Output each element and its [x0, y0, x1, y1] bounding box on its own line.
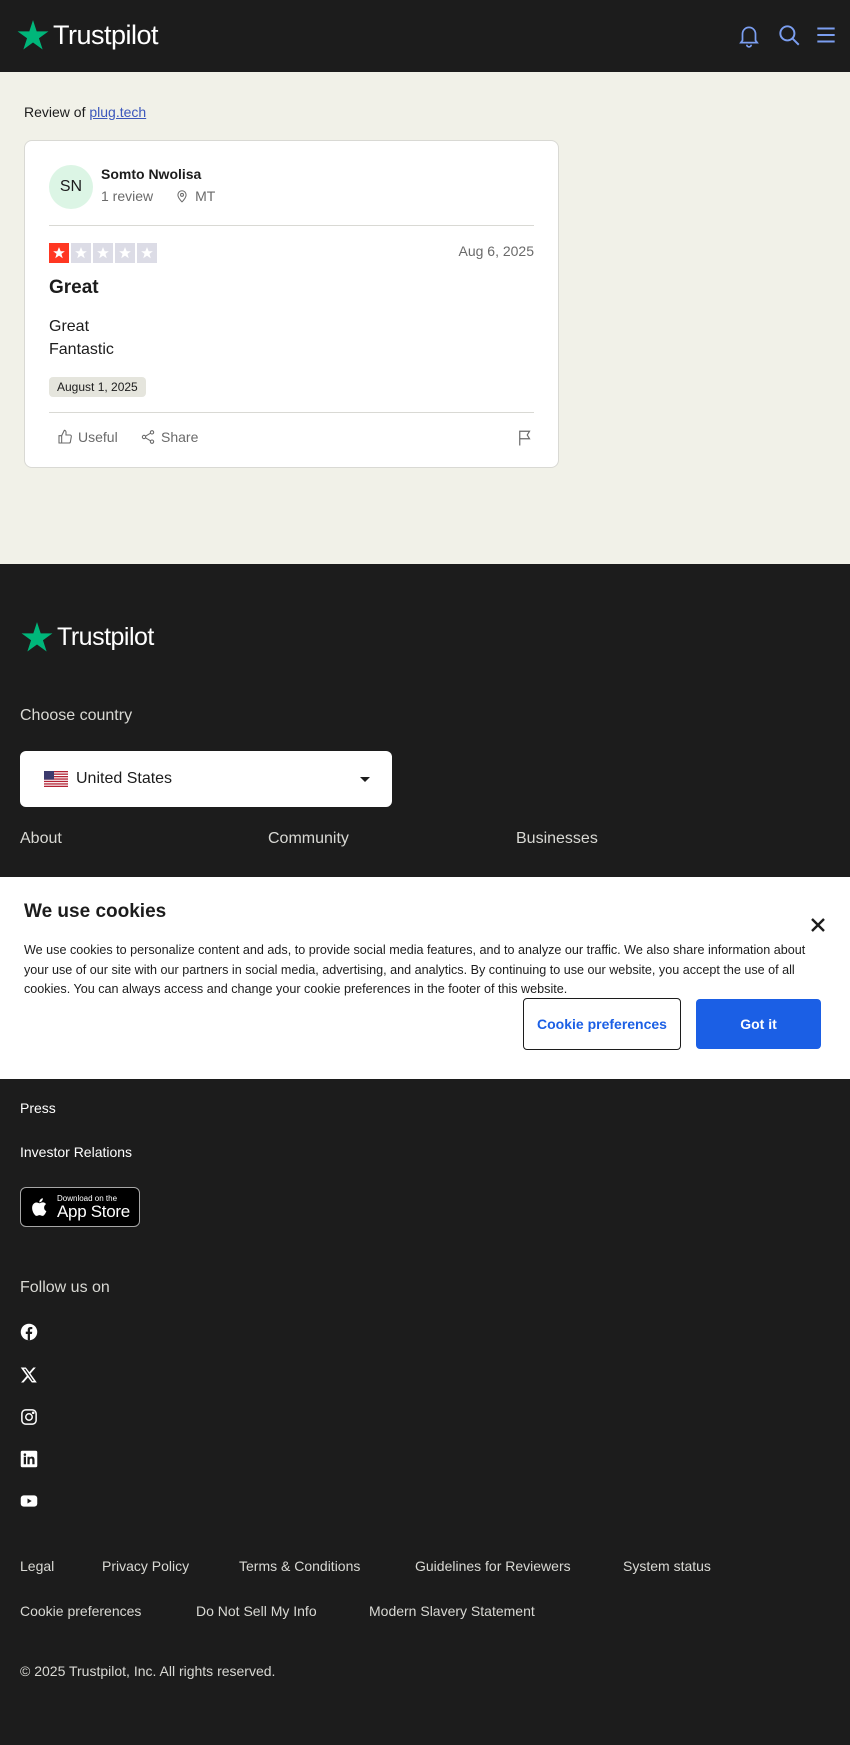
- divider: [49, 412, 534, 413]
- instagram-icon[interactable]: [20, 1408, 38, 1426]
- reviewer-meta: 1 review MT: [101, 188, 215, 204]
- flag-icon[interactable]: [516, 429, 534, 447]
- cookie-banner: We use cookies We use cookies to persona…: [0, 877, 850, 1079]
- app-store-big-text: App Store: [57, 1201, 130, 1221]
- useful-button[interactable]: Useful: [57, 429, 118, 445]
- footer-link-investor-relations[interactable]: Investor Relations: [20, 1144, 132, 1160]
- footer-column-community[interactable]: Community: [268, 830, 349, 848]
- star-empty-icon: [71, 243, 91, 263]
- privacy-policy-link[interactable]: Privacy Policy: [102, 1558, 189, 1574]
- share-button[interactable]: Share: [140, 429, 198, 445]
- x-icon[interactable]: [20, 1366, 38, 1384]
- copyright: © 2025 Trustpilot, Inc. All rights reser…: [20, 1663, 276, 1679]
- share-icon: [141, 430, 155, 444]
- review-body-line: Great: [49, 318, 90, 335]
- footer-column-about[interactable]: About: [20, 830, 62, 848]
- review-card: SN Somto Nwolisa 1 review MT Aug 6, 2025…: [24, 140, 559, 468]
- footer-column-businesses[interactable]: Businesses: [516, 830, 598, 848]
- trustpilot-logo[interactable]: Trustpilot: [16, 18, 159, 52]
- terms-conditions-link[interactable]: Terms & Conditions: [239, 1558, 360, 1574]
- choose-country-heading: Choose country: [20, 707, 133, 724]
- review-title: Great: [49, 277, 99, 298]
- us-flag-icon: [44, 771, 68, 787]
- do-not-sell-link[interactable]: Do Not Sell My Info: [196, 1603, 317, 1619]
- cookie-preferences-button[interactable]: Cookie preferences: [523, 998, 681, 1050]
- follow-us-heading: Follow us on: [20, 1279, 110, 1296]
- facebook-icon[interactable]: [20, 1323, 38, 1341]
- divider: [49, 225, 534, 226]
- review-count: 1 review: [101, 188, 154, 204]
- guidelines-link[interactable]: Guidelines for Reviewers: [415, 1558, 571, 1574]
- review-of-line: Review of plug.tech: [24, 104, 146, 120]
- footer-link-press[interactable]: Press: [20, 1100, 56, 1116]
- star-empty-icon: [93, 243, 113, 263]
- location-pin-icon: [177, 190, 187, 203]
- app-store-badge[interactable]: Download on the App Store: [20, 1187, 140, 1227]
- review-date: Aug 6, 2025: [458, 243, 534, 259]
- youtube-icon[interactable]: [20, 1492, 38, 1510]
- linkedin-icon[interactable]: [20, 1450, 38, 1468]
- trustpilot-star-icon: [21, 622, 53, 652]
- review-body: Great Fantastic: [49, 315, 114, 361]
- avatar[interactable]: SN: [49, 165, 93, 209]
- review-body-line: Fantastic: [49, 341, 114, 358]
- star-empty-icon: [115, 243, 135, 263]
- reviewer-name[interactable]: Somto Nwolisa: [101, 166, 201, 182]
- star-filled-icon: [49, 243, 69, 263]
- country-select[interactable]: United States: [20, 751, 392, 807]
- company-link[interactable]: plug.tech: [89, 104, 146, 120]
- star-rating: [49, 243, 157, 263]
- footer-trustpilot-logo[interactable]: Trustpilot: [20, 620, 154, 654]
- legal-link[interactable]: Legal: [20, 1558, 54, 1574]
- top-navbar: Trustpilot: [0, 0, 850, 72]
- cookie-preferences-link[interactable]: Cookie preferences: [20, 1603, 141, 1619]
- experience-date-badge: August 1, 2025: [49, 377, 146, 397]
- reviewer-country: MT: [195, 188, 216, 204]
- search-icon[interactable]: [776, 22, 802, 48]
- cookie-title: We use cookies: [24, 901, 167, 922]
- logo-wordmark: Trustpilot: [57, 622, 154, 651]
- system-status-link[interactable]: System status: [623, 1558, 711, 1574]
- close-icon[interactable]: [810, 917, 826, 933]
- trustpilot-star-icon: [17, 20, 49, 50]
- got-it-button[interactable]: Got it: [696, 999, 821, 1049]
- cookie-text: We use cookies to personalize content an…: [24, 943, 806, 996]
- share-label: Share: [161, 429, 199, 445]
- menu-icon[interactable]: [813, 22, 839, 48]
- bell-icon[interactable]: [736, 22, 762, 48]
- thumbs-up-icon: [58, 429, 72, 444]
- selected-country: United States: [76, 770, 173, 787]
- useful-label: Useful: [78, 429, 118, 445]
- chevron-down-icon: [360, 777, 370, 782]
- star-empty-icon: [137, 243, 157, 263]
- review-of-prefix: Review of: [24, 104, 90, 120]
- modern-slavery-link[interactable]: Modern Slavery Statement: [369, 1603, 535, 1619]
- app-store-text: Download on the App Store: [57, 1194, 130, 1221]
- logo-wordmark: Trustpilot: [53, 19, 159, 50]
- apple-icon: [32, 1198, 47, 1216]
